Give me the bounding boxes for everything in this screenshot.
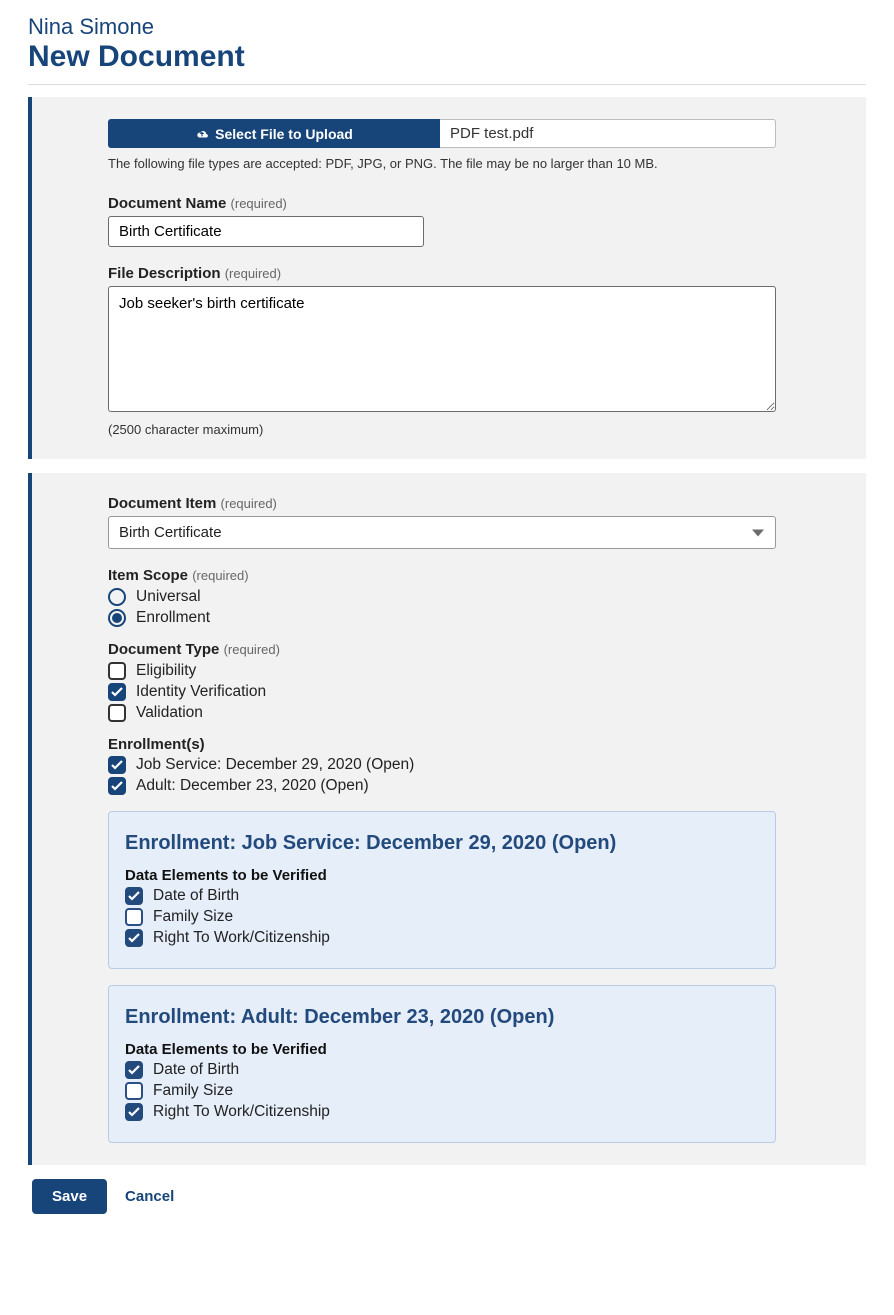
item-scope-options: Universal Enrollment (108, 588, 776, 627)
checkbox-label: Family Size (153, 1082, 233, 1100)
document-name-input[interactable] (108, 216, 424, 247)
file-description-textarea[interactable] (108, 286, 776, 412)
data-element-checkbox[interactable]: Date of Birth (125, 1061, 759, 1079)
enrollment-panel-subheading: Data Elements to be Verified (125, 1041, 759, 1058)
checkbox-icon (125, 908, 143, 926)
document-type-checkbox[interactable]: Eligibility (108, 662, 776, 680)
data-element-checkbox[interactable]: Family Size (125, 1082, 759, 1100)
document-type-checkbox[interactable]: Validation (108, 704, 776, 722)
checkbox-icon (108, 777, 126, 795)
checkbox-icon (125, 1061, 143, 1079)
char-max-note: (2500 character maximum) (108, 422, 776, 437)
file-description-label: File Description (required) (108, 265, 776, 282)
enrollment-panel: Enrollment: Adult: December 23, 2020 (Op… (108, 985, 776, 1143)
item-scope-radio[interactable]: Universal (108, 588, 776, 606)
item-scope-label: Item Scope (required) (108, 567, 776, 584)
data-element-checkbox[interactable]: Right To Work/Citizenship (125, 1103, 759, 1121)
radio-icon (108, 588, 126, 606)
document-type-label: Document Type (required) (108, 641, 776, 658)
person-name: Nina Simone (28, 14, 866, 40)
required-marker: (required) (225, 266, 281, 281)
enrollments-label: Enrollment(s) (108, 736, 776, 753)
item-scope-label-text: Item Scope (108, 567, 188, 584)
radio-icon (108, 609, 126, 627)
cancel-button[interactable]: Cancel (125, 1188, 174, 1205)
document-type-label-text: Document Type (108, 641, 219, 658)
checkbox-icon (108, 683, 126, 701)
checkbox-label: Eligibility (136, 662, 196, 680)
checkbox-icon (108, 662, 126, 680)
checkbox-icon (125, 1103, 143, 1121)
checkbox-icon (108, 756, 126, 774)
document-item-select[interactable]: Birth Certificate (108, 516, 776, 549)
enrollment-checkbox[interactable]: Job Service: December 29, 2020 (Open) (108, 756, 776, 774)
data-element-checkbox[interactable]: Date of Birth (125, 887, 759, 905)
radio-label: Universal (136, 588, 201, 606)
enrollment-panel-title: Enrollment: Adult: December 23, 2020 (Op… (125, 1006, 759, 1029)
checkbox-icon (125, 1082, 143, 1100)
checkbox-label: Family Size (153, 908, 233, 926)
checkbox-label: Identity Verification (136, 683, 266, 701)
enrollment-checkbox[interactable]: Adult: December 23, 2020 (Open) (108, 777, 776, 795)
document-name-label-text: Document Name (108, 195, 226, 212)
select-file-button[interactable]: Select File to Upload (108, 119, 440, 148)
required-marker: (required) (192, 568, 248, 583)
document-type-checkbox[interactable]: Identity Verification (108, 683, 776, 701)
enrollments-options: Job Service: December 29, 2020 (Open) Ad… (108, 756, 776, 795)
document-name-label: Document Name (required) (108, 195, 776, 212)
checkbox-icon (125, 929, 143, 947)
radio-label: Enrollment (136, 609, 210, 627)
checkbox-label: Date of Birth (153, 1061, 239, 1079)
enrollment-panel-title: Enrollment: Job Service: December 29, 20… (125, 832, 759, 855)
checkbox-label: Date of Birth (153, 887, 239, 905)
save-button[interactable]: Save (32, 1179, 107, 1214)
checkbox-label: Right To Work/Citizenship (153, 929, 330, 947)
enrollment-panel: Enrollment: Job Service: December 29, 20… (108, 811, 776, 969)
required-marker: (required) (231, 196, 287, 211)
data-element-checkbox[interactable]: Right To Work/Citizenship (125, 929, 759, 947)
page-title: New Document (28, 40, 866, 74)
select-file-label: Select File to Upload (215, 126, 353, 142)
required-marker: (required) (224, 642, 280, 657)
checkbox-label: Right To Work/Citizenship (153, 1103, 330, 1121)
divider (28, 84, 866, 85)
checkbox-label: Validation (136, 704, 203, 722)
required-marker: (required) (221, 496, 277, 511)
document-type-options: Eligibility Identity Verification Valida… (108, 662, 776, 722)
file-description-label-text: File Description (108, 265, 221, 282)
upload-section: Select File to Upload PDF test.pdf The f… (28, 97, 866, 459)
cloud-upload-icon (195, 128, 209, 140)
metadata-section: Document Item (required) Birth Certifica… (28, 473, 866, 1165)
data-element-checkbox[interactable]: Family Size (125, 908, 759, 926)
checkbox-icon (125, 887, 143, 905)
checkbox-icon (108, 704, 126, 722)
upload-help-text: The following file types are accepted: P… (108, 156, 776, 171)
item-scope-radio[interactable]: Enrollment (108, 609, 776, 627)
uploaded-file-name: PDF test.pdf (440, 119, 776, 148)
document-item-label-text: Document Item (108, 495, 216, 512)
enrollment-panel-subheading: Data Elements to be Verified (125, 867, 759, 884)
checkbox-label: Job Service: December 29, 2020 (Open) (136, 756, 414, 774)
document-item-label: Document Item (required) (108, 495, 776, 512)
checkbox-label: Adult: December 23, 2020 (Open) (136, 777, 369, 795)
